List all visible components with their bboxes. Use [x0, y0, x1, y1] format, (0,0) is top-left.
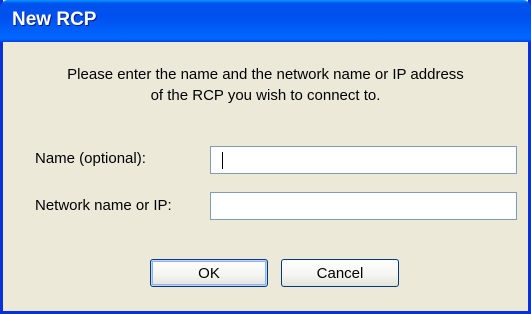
- dialog-window: New RCP Please enter the name and the ne…: [0, 0, 531, 314]
- name-label: Name (optional):: [35, 150, 146, 167]
- text-caret: [222, 152, 223, 169]
- instruction-message: Please enter the name and the network na…: [3, 64, 528, 106]
- cancel-button[interactable]: Cancel: [281, 259, 399, 287]
- instruction-line-1: Please enter the name and the network na…: [67, 66, 464, 83]
- title-bar[interactable]: New RCP: [0, 0, 531, 42]
- ok-button[interactable]: OK: [150, 259, 268, 287]
- name-input[interactable]: [210, 146, 517, 174]
- instruction-line-2: of the RCP you wish to connect to.: [150, 87, 381, 104]
- network-input[interactable]: [210, 192, 517, 220]
- network-label: Network name or IP:: [35, 197, 172, 214]
- dialog-title: New RCP: [12, 9, 97, 30]
